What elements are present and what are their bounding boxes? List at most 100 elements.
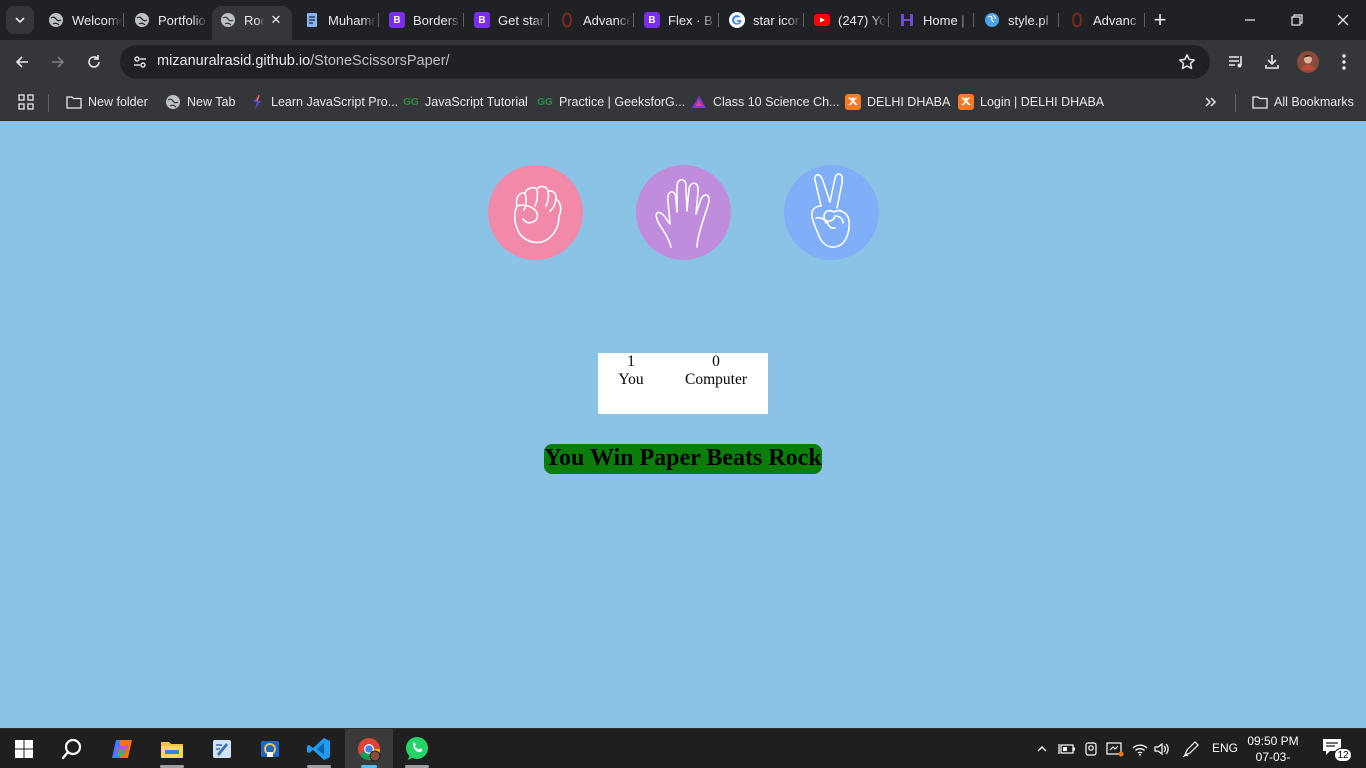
bookmark-learn-javascript[interactable]: Learn JavaScript Pro... <box>249 92 398 112</box>
scissors-choice-button[interactable] <box>784 165 879 260</box>
bookmarks-separator <box>1235 94 1236 112</box>
pen-tray[interactable] <box>1181 739 1201 759</box>
bookmark-label: Class 10 Science Ch... <box>713 95 840 109</box>
tab-title: Advanced <box>583 12 631 28</box>
all-bookmarks-button[interactable]: All Bookmarks <box>1252 92 1354 112</box>
file-explorer-app[interactable] <box>148 729 196 768</box>
apps-button[interactable] <box>18 92 34 112</box>
bookmark-delhi-dhaba[interactable]: ⵅ DELHI DHABA <box>845 92 950 112</box>
windows-taskbar: ENG 09:50 PM 07-03-2025 12 <box>0 728 1366 768</box>
wifi-tray[interactable] <box>1130 739 1150 759</box>
address-bar[interactable]: mizanuralrasid.github.io/StoneScissorsPa… <box>120 45 1210 79</box>
input-language[interactable]: ENG <box>1212 741 1238 755</box>
globe-icon <box>165 94 181 110</box>
user-label: You <box>618 371 644 388</box>
windows-logo-icon <box>15 740 33 758</box>
computer-label: Computer <box>685 371 747 388</box>
battery-saver-tray[interactable] <box>1057 739 1077 759</box>
tab-separator <box>888 13 889 27</box>
tab-youtube[interactable]: (247) Yo <box>806 6 886 34</box>
minimize-button[interactable] <box>1238 8 1262 32</box>
close-window-button[interactable] <box>1331 8 1355 32</box>
bookmark-javascript-tutorial[interactable]: GG JavaScript Tutorial <box>403 92 528 112</box>
media-control-button[interactable] <box>1222 48 1250 76</box>
geeksforgeeks-icon: GG <box>537 96 553 108</box>
reload-icon <box>88 55 100 68</box>
start-button[interactable] <box>0 729 48 768</box>
tab-flex[interactable]: B Flex · B <box>636 6 716 34</box>
tab-title: Muhammad <box>328 12 376 28</box>
screen-capture-tray[interactable] <box>1105 739 1125 759</box>
rock-choice-button[interactable] <box>488 165 583 260</box>
vscode-app[interactable] <box>295 729 343 768</box>
bookmark-practice-geeksforgeeks[interactable]: GG Practice | GeeksforG... <box>537 92 685 112</box>
paper-choice-button[interactable] <box>636 165 731 260</box>
tab-borders[interactable]: B Borders <box>381 6 461 34</box>
bookmark-new-folder[interactable]: New folder <box>66 92 148 112</box>
close-icon <box>1337 14 1349 26</box>
game-page: 1 You 0 Computer You Win Paper Beats Roc… <box>0 121 1366 728</box>
forward-button[interactable] <box>44 48 72 76</box>
url-host: mizanuralrasid.github.io <box>157 53 311 69</box>
notification-count-badge: 12 <box>1334 748 1352 762</box>
tab-get-started[interactable]: B Get started <box>466 6 546 34</box>
notepad-app[interactable] <box>198 729 246 768</box>
bookmarks-overflow-button[interactable] <box>1204 92 1218 112</box>
tab-separator <box>378 13 379 27</box>
show-hidden-icons-button[interactable] <box>1032 739 1052 759</box>
avatar-icon <box>1297 51 1319 73</box>
bookmark-login-delhi-dhaba[interactable]: ⵅ Login | DELHI DHABA <box>958 92 1104 112</box>
tab-advanced-2[interactable]: Advanc <box>1061 6 1143 34</box>
tab-separator <box>633 13 634 27</box>
tab-portfolio[interactable]: Portfolio <box>126 6 208 34</box>
tab-title: Rock <box>244 12 264 28</box>
arrow-right-icon <box>52 56 65 68</box>
webcam-tray[interactable] <box>1081 739 1101 759</box>
tab-muhammad[interactable]: Muhammad <box>296 6 376 34</box>
tab-welcome[interactable]: Welcome <box>40 6 122 34</box>
bookmark-new-tab[interactable]: New Tab <box>165 92 235 112</box>
photos-app[interactable] <box>246 729 294 768</box>
youtube-icon <box>814 12 830 28</box>
back-button[interactable] <box>8 48 36 76</box>
bootstrap-icon: B <box>474 12 490 28</box>
globe-icon <box>134 12 150 28</box>
menu-button[interactable] <box>1330 48 1358 76</box>
tab-separator <box>463 13 464 27</box>
bookmark-star-button[interactable] <box>1176 51 1198 73</box>
chrome-app[interactable] <box>345 729 393 768</box>
new-tab-button[interactable]: + <box>1150 9 1170 31</box>
bookmark-label: JavaScript Tutorial <box>425 95 528 109</box>
search-button[interactable] <box>48 729 96 768</box>
bookmarks-separator <box>48 94 49 112</box>
restore-button[interactable] <box>1285 8 1309 32</box>
folder-icon <box>66 94 82 110</box>
system-clock[interactable]: 09:50 PM 07-03-2025 <box>1244 733 1302 768</box>
whatsapp-app[interactable] <box>393 729 441 768</box>
globe-icon <box>48 12 64 28</box>
downloads-button[interactable] <box>1258 48 1286 76</box>
profile-avatar[interactable] <box>1294 48 1322 76</box>
apps-grid-icon <box>18 94 34 110</box>
reload-button[interactable] <box>80 48 108 76</box>
tab-home[interactable]: Home | <box>891 6 971 34</box>
close-tab-icon[interactable]: ✕ <box>268 12 284 28</box>
bookmark-class-10-science[interactable]: Class 10 Science Ch... <box>691 92 839 112</box>
camera-icon <box>1085 742 1097 756</box>
minimize-icon <box>1245 19 1255 21</box>
bookmark-label: Practice | GeeksforG... <box>559 95 686 109</box>
tab-title: Home | <box>923 12 965 28</box>
notification-center-button[interactable]: 12 <box>1322 738 1352 762</box>
tab-search-button[interactable] <box>6 6 34 34</box>
tab-star-icon[interactable]: star icon <box>721 6 801 34</box>
copilot-app[interactable] <box>98 729 146 768</box>
url-text[interactable]: mizanuralrasid.github.io/StoneScissorsPa… <box>157 53 450 69</box>
tab-rock-active[interactable]: Rock ✕ <box>212 6 292 40</box>
browser-toolbar: mizanuralrasid.github.io/StoneScissorsPa… <box>0 40 1366 84</box>
bookmark-label: DELHI DHABA <box>867 95 951 109</box>
site-info-button[interactable] <box>126 48 154 76</box>
tab-style[interactable]: style.pl <box>976 6 1056 34</box>
tab-advanced[interactable]: Advanced <box>551 6 631 34</box>
globe-icon <box>220 12 236 28</box>
volume-tray[interactable] <box>1152 739 1172 759</box>
